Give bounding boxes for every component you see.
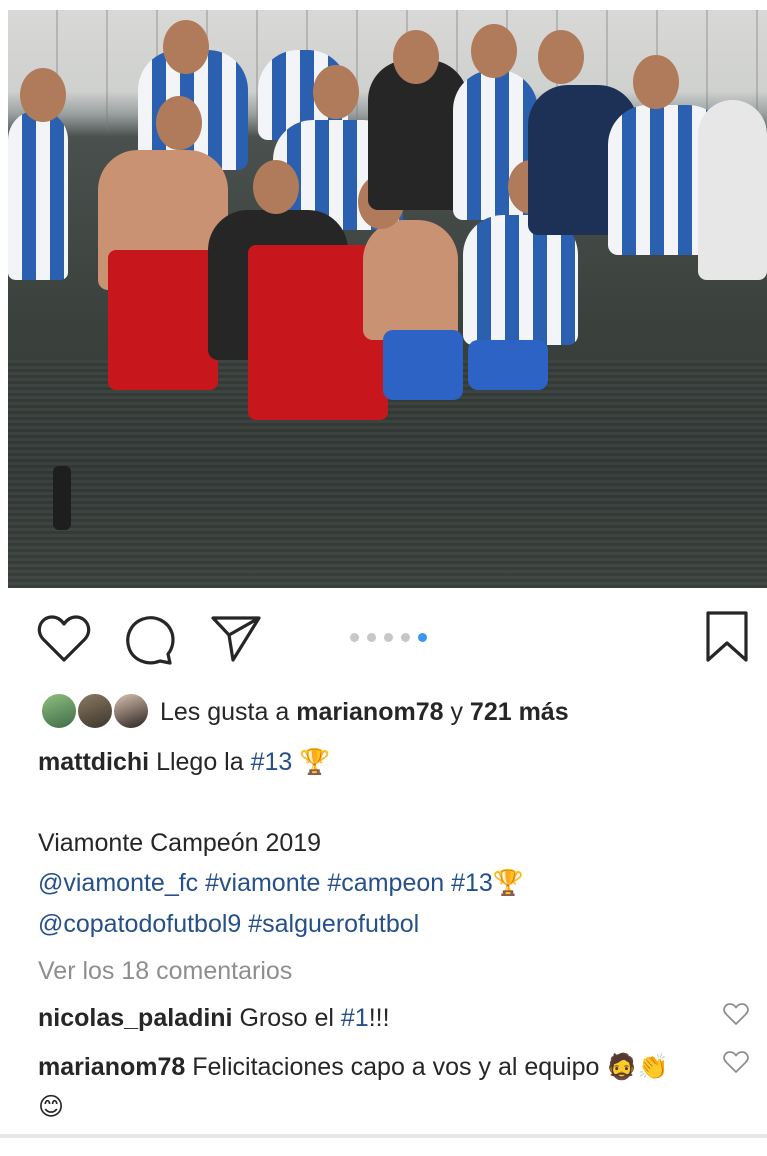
photo-shorts (383, 330, 463, 400)
photo-player-head (538, 30, 584, 84)
view-all-comments-link[interactable]: Ver los 18 comentarios (38, 957, 292, 986)
avatar[interactable] (40, 692, 78, 730)
likes-prefix: Les gusta a (160, 697, 297, 726)
photo-player (698, 100, 767, 280)
comment-item: nicolas_paladini Groso el #1!!! (38, 998, 678, 1038)
carousel-indicator (350, 631, 427, 643)
photo-player (363, 220, 458, 340)
photo-shorts (468, 340, 548, 390)
bottom-divider (0, 1134, 767, 1138)
comment-text: Groso el (232, 1004, 341, 1032)
photo-player-head (471, 24, 517, 78)
trophy-emoji: 🏆 (299, 748, 331, 776)
likes-row: Les gusta a marianom78 y 721 más (40, 692, 569, 732)
carousel-dot[interactable] (350, 632, 359, 642)
photo-player-head (156, 96, 202, 150)
photo-player-head (20, 68, 66, 122)
caption-tags-line: @viamonte_fc #viamonte #campeon #13🏆 (38, 869, 524, 898)
comment-username[interactable]: nicolas_paladini (38, 1004, 233, 1032)
photo-bottle (53, 466, 71, 530)
likes-summary: Les gusta a marianom78 y 721 más (160, 698, 569, 727)
trophy-emoji: 🏆 (492, 869, 524, 897)
caption-mentions[interactable]: @copatodofutbol9 #salguerofutbol (38, 910, 419, 939)
photo-player (8, 110, 68, 280)
comment-like-heart-icon[interactable] (723, 1002, 749, 1026)
caption-text: Llego la (149, 748, 251, 776)
likes-connector: y (443, 697, 470, 726)
liker-avatars[interactable] (40, 692, 152, 732)
carousel-dot[interactable] (367, 632, 376, 642)
photo-player-head (633, 55, 679, 109)
share-send-icon[interactable] (210, 614, 262, 662)
photo-player-head (163, 20, 209, 74)
comment-like-heart-icon[interactable] (723, 1050, 749, 1074)
likes-count[interactable]: 721 más (470, 698, 569, 726)
carousel-dot[interactable] (384, 632, 393, 642)
comment-text: Felicitaciones capo a vos y al equipo (185, 1053, 607, 1081)
caption-first-line: mattdichi Llego la #13 🏆 (38, 748, 330, 777)
caption-hashtag[interactable]: #13 (251, 748, 293, 776)
avatar[interactable] (76, 692, 114, 730)
liker-username[interactable]: marianom78 (296, 698, 443, 726)
carousel-dot-active[interactable] (418, 632, 427, 642)
comment-hashtag[interactable]: #1 (341, 1004, 369, 1032)
avatar[interactable] (112, 692, 150, 730)
caption-author[interactable]: mattdichi (38, 748, 149, 776)
photo-shirt (108, 250, 218, 390)
caption-hashtags[interactable]: @viamonte_fc #viamonte #campeon #13 (38, 869, 493, 897)
photo-player-head (393, 30, 439, 84)
comment-text-end: !!! (368, 1004, 390, 1032)
photo-player-head (313, 65, 359, 119)
bookmark-save-icon[interactable] (704, 610, 750, 664)
carousel-dot[interactable] (401, 632, 410, 642)
comment-item: marianom78 Felicitaciones capo a vos y a… (38, 1047, 678, 1127)
comment-username[interactable]: marianom78 (38, 1053, 185, 1081)
photo-player-head (253, 160, 299, 214)
comment-bubble-icon[interactable] (124, 613, 176, 665)
like-heart-icon[interactable] (37, 614, 91, 664)
caption-title-line: Viamonte Campeón 2019 (38, 829, 322, 857)
post-photo[interactable] (8, 10, 767, 588)
